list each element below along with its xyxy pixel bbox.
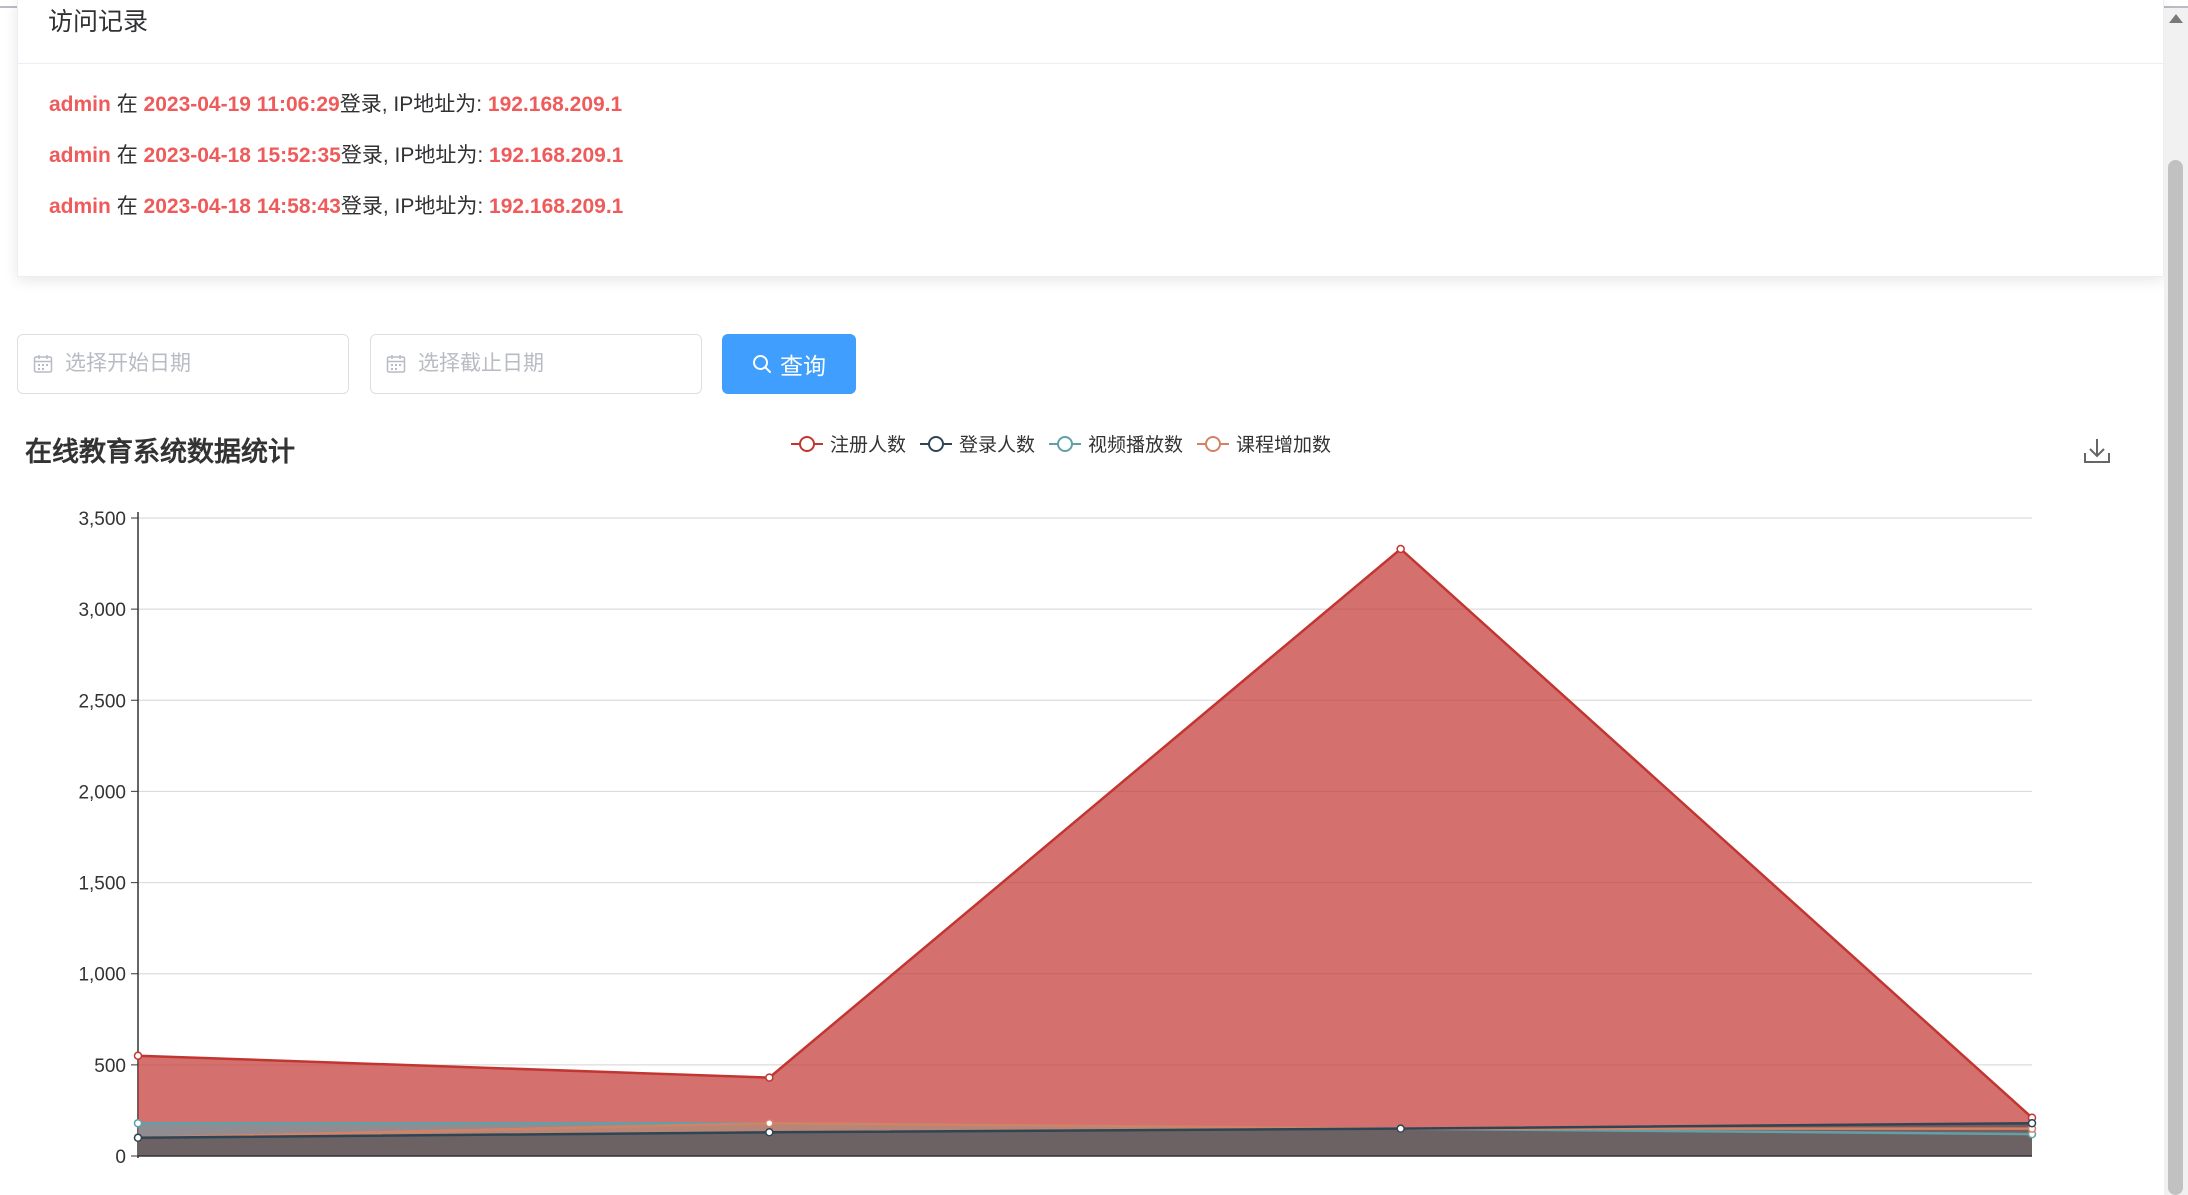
legend-marker-icon	[791, 435, 823, 452]
log-login-text: 登录, IP地址为:	[340, 144, 490, 167]
legend-item[interactable]: 视频播放数	[1048, 430, 1183, 457]
visit-log-item: admin 在 2023-04-19 11:06:29登录, IP地址为: 19…	[49, 90, 2163, 141]
log-login-text: 登录, IP地址为:	[339, 93, 488, 116]
download-icon[interactable]	[2082, 436, 2112, 466]
legend-label: 登录人数	[959, 435, 1036, 456]
data-point[interactable]	[765, 1128, 774, 1137]
legend-item[interactable]: 课程增加数	[1196, 430, 1331, 457]
log-user: admin	[49, 93, 111, 116]
y-tick-label: 0	[115, 1147, 126, 1168]
visit-log-item: admin 在 2023-04-18 14:58:43登录, IP地址为: 19…	[49, 192, 2163, 243]
visit-log-title: 访问记录	[48, 8, 149, 36]
log-ip: 192.168.209.1	[489, 195, 624, 218]
legend-label: 课程增加数	[1236, 435, 1332, 456]
data-point[interactable]	[133, 1133, 143, 1143]
y-tick-label: 3,000	[78, 600, 126, 621]
y-tick-label: 2,000	[78, 782, 126, 803]
data-point[interactable]	[2027, 1118, 2037, 1128]
calendar-icon	[33, 355, 53, 373]
log-user: admin	[49, 144, 111, 167]
line-area-chart: 0 500 1,000 1,500 2,000 2,500 3,000 3,500	[78, 509, 2037, 1168]
log-at-word: 在	[116, 93, 138, 116]
legend-item[interactable]: 登录人数	[919, 430, 1035, 457]
start-date-input[interactable]	[65, 352, 335, 376]
chart-legend: 注册人数 登录人数 视频播放数 课程增加数	[790, 430, 1344, 457]
log-at-word: 在	[116, 195, 138, 218]
visit-log-header: 访问记录	[18, 0, 2163, 64]
y-tick-label: 1,500	[78, 874, 126, 895]
y-tick-label: 500	[94, 1056, 126, 1077]
log-ip: 192.168.209.1	[489, 144, 624, 167]
log-time: 2023-04-18 15:52:35	[143, 144, 341, 167]
scroll-up-arrow-icon[interactable]	[2169, 14, 2183, 23]
log-user: admin	[49, 195, 111, 218]
legend-label: 视频播放数	[1088, 435, 1184, 456]
calendar-icon	[386, 355, 406, 373]
legend-marker-icon	[1049, 435, 1082, 452]
search-button[interactable]: 查询	[722, 334, 856, 394]
log-ip: 192.168.209.1	[487, 93, 623, 116]
visit-log-card: 访问记录 admin 在 2023-04-19 11:06:29登录, IP地址…	[17, 0, 2164, 277]
y-tick-label: 3,500	[78, 509, 126, 530]
data-point[interactable]	[765, 1073, 774, 1082]
legend-item[interactable]: 注册人数	[790, 430, 906, 457]
log-at-word: 在	[116, 144, 138, 167]
visit-log-item: admin 在 2023-04-18 15:52:35登录, IP地址为: 19…	[49, 141, 2163, 192]
log-login-text: 登录, IP地址为:	[340, 195, 490, 218]
data-point[interactable]	[133, 1118, 143, 1128]
scrollbar[interactable]	[2164, 8, 2188, 1195]
legend-marker-icon	[1197, 435, 1230, 452]
chart-title: 在线教育系统数据统计	[25, 437, 295, 467]
data-point[interactable]	[765, 1118, 774, 1128]
end-date-picker[interactable]	[370, 334, 702, 394]
legend-label: 注册人数	[830, 435, 907, 456]
data-point[interactable]	[1396, 1124, 1405, 1133]
search-icon	[753, 355, 771, 373]
data-point[interactable]	[133, 1051, 143, 1060]
legend-marker-icon	[920, 435, 953, 452]
page: 访问记录 admin 在 2023-04-19 11:06:29登录, IP地址…	[0, 0, 2188, 1195]
end-date-input[interactable]	[418, 352, 688, 376]
log-time: 2023-04-19 11:06:29	[143, 93, 340, 116]
start-date-picker[interactable]	[17, 334, 349, 394]
data-point[interactable]	[1396, 544, 1405, 554]
search-button-label: 查询	[780, 353, 826, 379]
scroll-thumb[interactable]	[2168, 160, 2183, 1195]
y-tick-label: 1,000	[78, 965, 126, 986]
y-tick-label: 2,500	[78, 691, 126, 712]
visit-log-list: admin 在 2023-04-19 11:06:29登录, IP地址为: 19…	[18, 64, 2163, 243]
log-time: 2023-04-18 14:58:43	[143, 195, 341, 218]
